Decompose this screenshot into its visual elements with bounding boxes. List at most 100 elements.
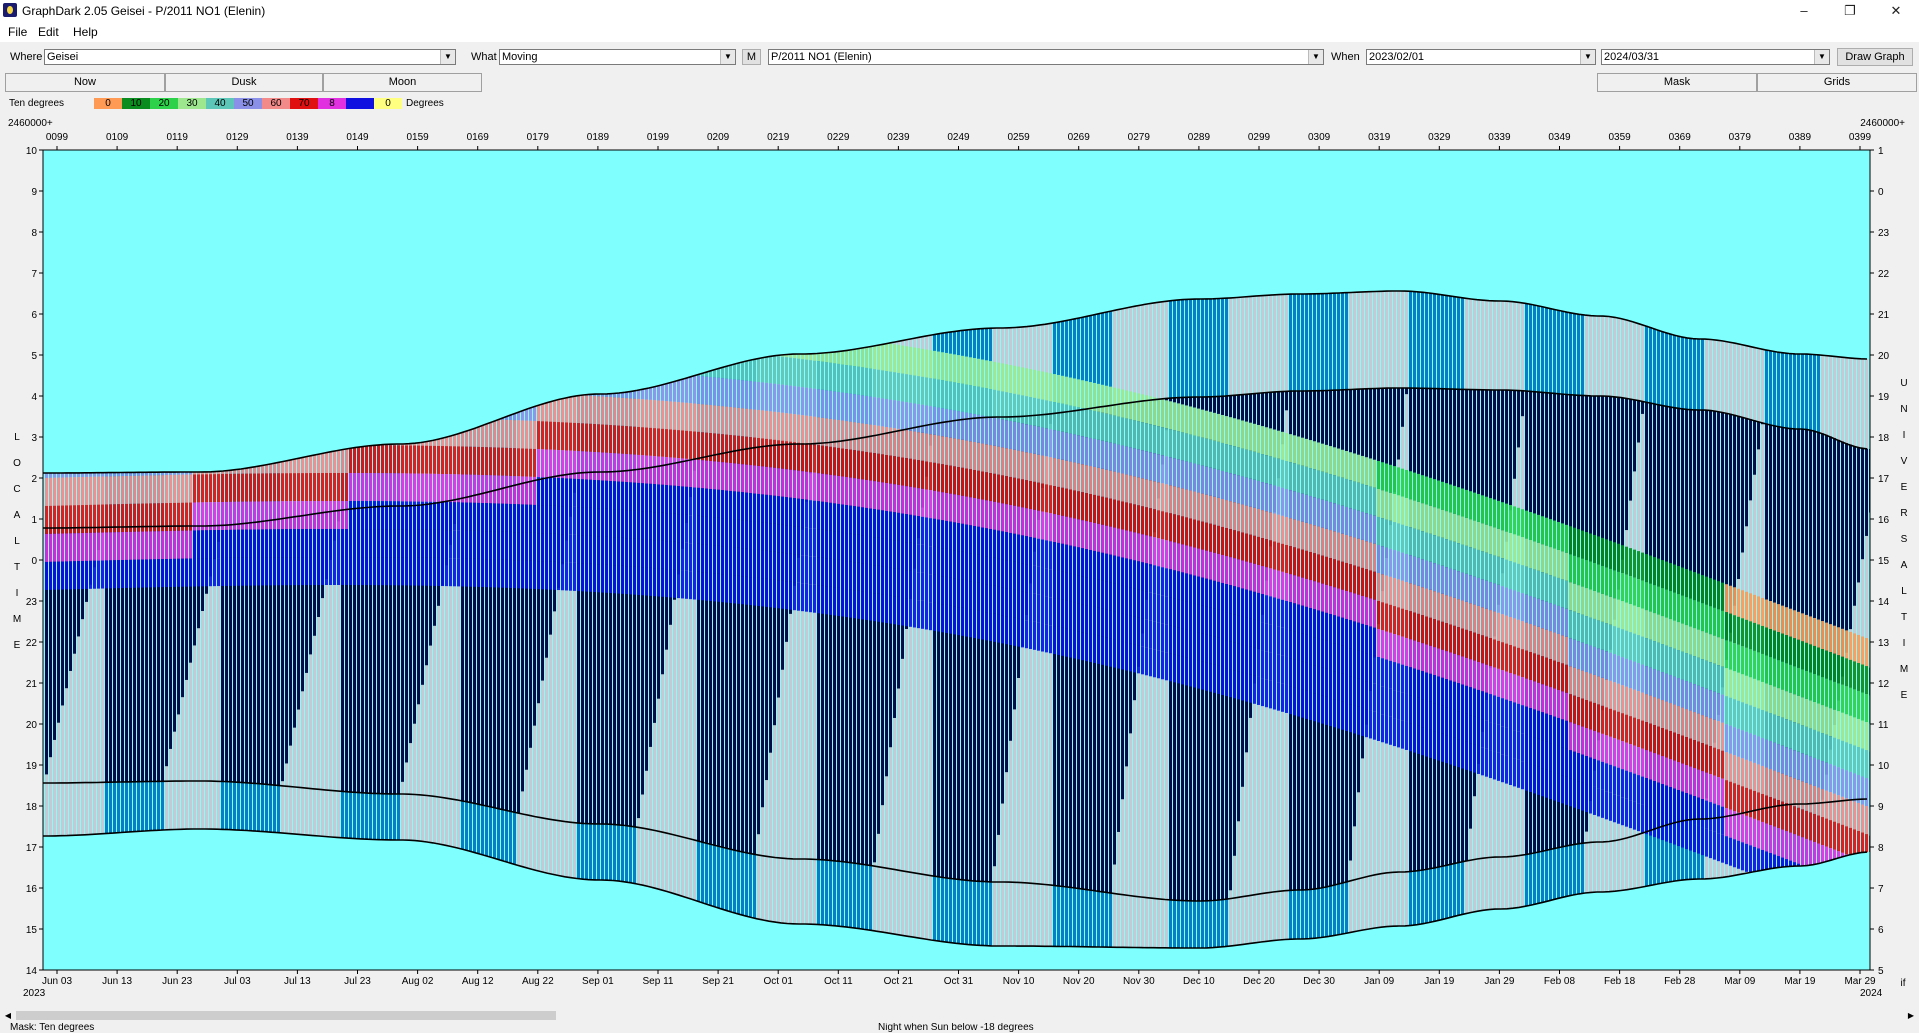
altitude-band-mark xyxy=(1413,556,1416,585)
altitude-band-mark xyxy=(537,405,540,422)
altitude-band-mark xyxy=(857,366,860,395)
altitude-band-mark xyxy=(1373,599,1376,628)
altitude-band-mark xyxy=(861,395,864,424)
altitude-band-mark xyxy=(1105,497,1108,526)
tab-dusk[interactable]: Dusk xyxy=(165,73,323,92)
visibility-chart[interactable]: 2460000+ 2460000+0099 0109 0119 0129 0139 0149… xyxy=(0,114,1919,1009)
altitude-band-mark xyxy=(1057,430,1060,459)
minimize-button[interactable]: – xyxy=(1781,0,1827,22)
m-button[interactable]: M xyxy=(742,49,761,65)
altitude-band-mark xyxy=(1225,556,1228,585)
altitude-band-mark xyxy=(433,529,436,558)
altitude-band-mark xyxy=(345,449,348,473)
dawn-twilight-mark xyxy=(65,782,68,836)
menu-help[interactable]: Help xyxy=(73,25,98,39)
altitude-band-mark xyxy=(1445,651,1448,680)
altitude-band-mark xyxy=(561,450,564,479)
tab-moon[interactable]: Moon xyxy=(323,73,482,92)
altitude-band-mark xyxy=(1601,733,1604,762)
altitude-band-mark xyxy=(1721,666,1724,695)
chevron-down-icon[interactable]: ▼ xyxy=(720,50,735,64)
altitude-band-mark xyxy=(1853,689,1856,718)
tab-mask[interactable]: Mask xyxy=(1597,73,1757,92)
altitude-band-mark xyxy=(265,529,268,558)
universal-time-axis-letter: I xyxy=(1903,638,1906,649)
altitude-band-mark xyxy=(765,382,768,411)
altitude-band-mark xyxy=(1637,607,1640,636)
altitude-band-mark xyxy=(1369,486,1372,515)
altitude-band-mark xyxy=(1649,639,1652,668)
altitude-band-mark xyxy=(333,528,336,557)
altitude-band-mark xyxy=(1497,640,1500,669)
altitude-band-mark xyxy=(157,475,160,504)
altitude-band-mark xyxy=(797,498,800,527)
start-date-combo[interactable]: 2023/02/01 ▼ xyxy=(1366,49,1596,65)
altitude-band-mark xyxy=(1421,587,1424,616)
altitude-band-mark xyxy=(1621,713,1624,742)
altitude-band-mark xyxy=(1721,750,1724,779)
object-combo[interactable]: P/2011 NO1 (Elenin) ▼ xyxy=(768,49,1324,65)
moonlit-mark xyxy=(1357,792,1360,880)
altitude-band-mark xyxy=(993,361,996,390)
altitude-band-mark xyxy=(469,474,472,503)
tab-grids[interactable]: Grids xyxy=(1757,73,1917,92)
altitude-band-mark xyxy=(713,433,716,462)
altitude-band-mark xyxy=(1197,576,1200,605)
altitude-band-mark xyxy=(1609,596,1612,625)
moonlit-mark xyxy=(197,628,200,782)
altitude-band-mark xyxy=(1785,747,1788,776)
altitude-band-mark xyxy=(1673,676,1676,705)
where-combo[interactable]: Geisei ▼ xyxy=(44,49,456,65)
altitude-band-mark xyxy=(1569,554,1572,583)
moonlit-mark xyxy=(85,601,88,783)
altitude-band-mark xyxy=(917,544,920,573)
menu-file[interactable]: File xyxy=(8,25,27,39)
altitude-band-mark xyxy=(1837,739,1840,768)
close-button[interactable]: ✕ xyxy=(1873,0,1919,22)
dusk-twilight-mark xyxy=(1357,292,1360,390)
altitude-band-mark xyxy=(1113,555,1116,584)
dawn-twilight-mark xyxy=(1073,887,1076,947)
end-date-combo[interactable]: 2024/03/31 ▼ xyxy=(1601,49,1830,65)
dawn-twilight-mark xyxy=(1461,862,1464,915)
menu-edit[interactable]: Edit xyxy=(38,25,59,39)
altitude-band-mark xyxy=(1441,509,1444,538)
dawn-twilight-mark xyxy=(433,796,436,843)
dawn-twilight-mark xyxy=(289,786,292,834)
chevron-down-icon[interactable]: ▼ xyxy=(1580,50,1595,64)
altitude-band-mark xyxy=(1769,685,1772,714)
altitude-band-mark xyxy=(837,391,840,420)
altitude-band-mark xyxy=(449,446,452,475)
moonlit-mark xyxy=(773,725,776,858)
chevron-down-icon[interactable]: ▼ xyxy=(440,50,455,64)
moonlit-mark xyxy=(1013,709,1016,883)
altitude-band-mark xyxy=(1177,599,1180,628)
jd-tick-label: 0169 xyxy=(467,132,490,143)
altitude-band-mark xyxy=(1645,638,1648,667)
altitude-band-mark xyxy=(1557,717,1560,746)
what-combo[interactable]: Moving ▼ xyxy=(499,49,736,65)
legend-swatch: 70 xyxy=(290,98,318,109)
maximize-button[interactable]: ❐ xyxy=(1827,0,1873,22)
local-time-tick-label: 9 xyxy=(31,187,37,198)
altitude-band-mark xyxy=(1645,610,1648,639)
altitude-band-mark xyxy=(61,477,64,506)
altitude-band-mark xyxy=(297,458,300,474)
tab-now[interactable]: Now xyxy=(5,73,165,92)
chevron-down-icon[interactable]: ▼ xyxy=(1308,50,1323,64)
altitude-band-mark xyxy=(309,529,312,558)
altitude-band-mark xyxy=(1497,584,1500,613)
altitude-band-mark xyxy=(1589,673,1592,702)
altitude-band-mark xyxy=(1629,632,1632,661)
altitude-band-mark xyxy=(825,446,828,475)
altitude-band-mark xyxy=(1181,600,1184,629)
altitude-band-mark xyxy=(1381,546,1384,575)
altitude-band-mark xyxy=(565,506,568,535)
altitude-band-mark xyxy=(1509,588,1512,617)
altitude-band-mark xyxy=(373,501,376,530)
altitude-band-mark xyxy=(557,478,560,507)
chevron-down-icon[interactable]: ▼ xyxy=(1814,50,1829,64)
altitude-band-mark xyxy=(1385,575,1388,604)
draw-graph-button[interactable]: Draw Graph xyxy=(1837,48,1913,66)
altitude-band-mark xyxy=(613,481,616,510)
